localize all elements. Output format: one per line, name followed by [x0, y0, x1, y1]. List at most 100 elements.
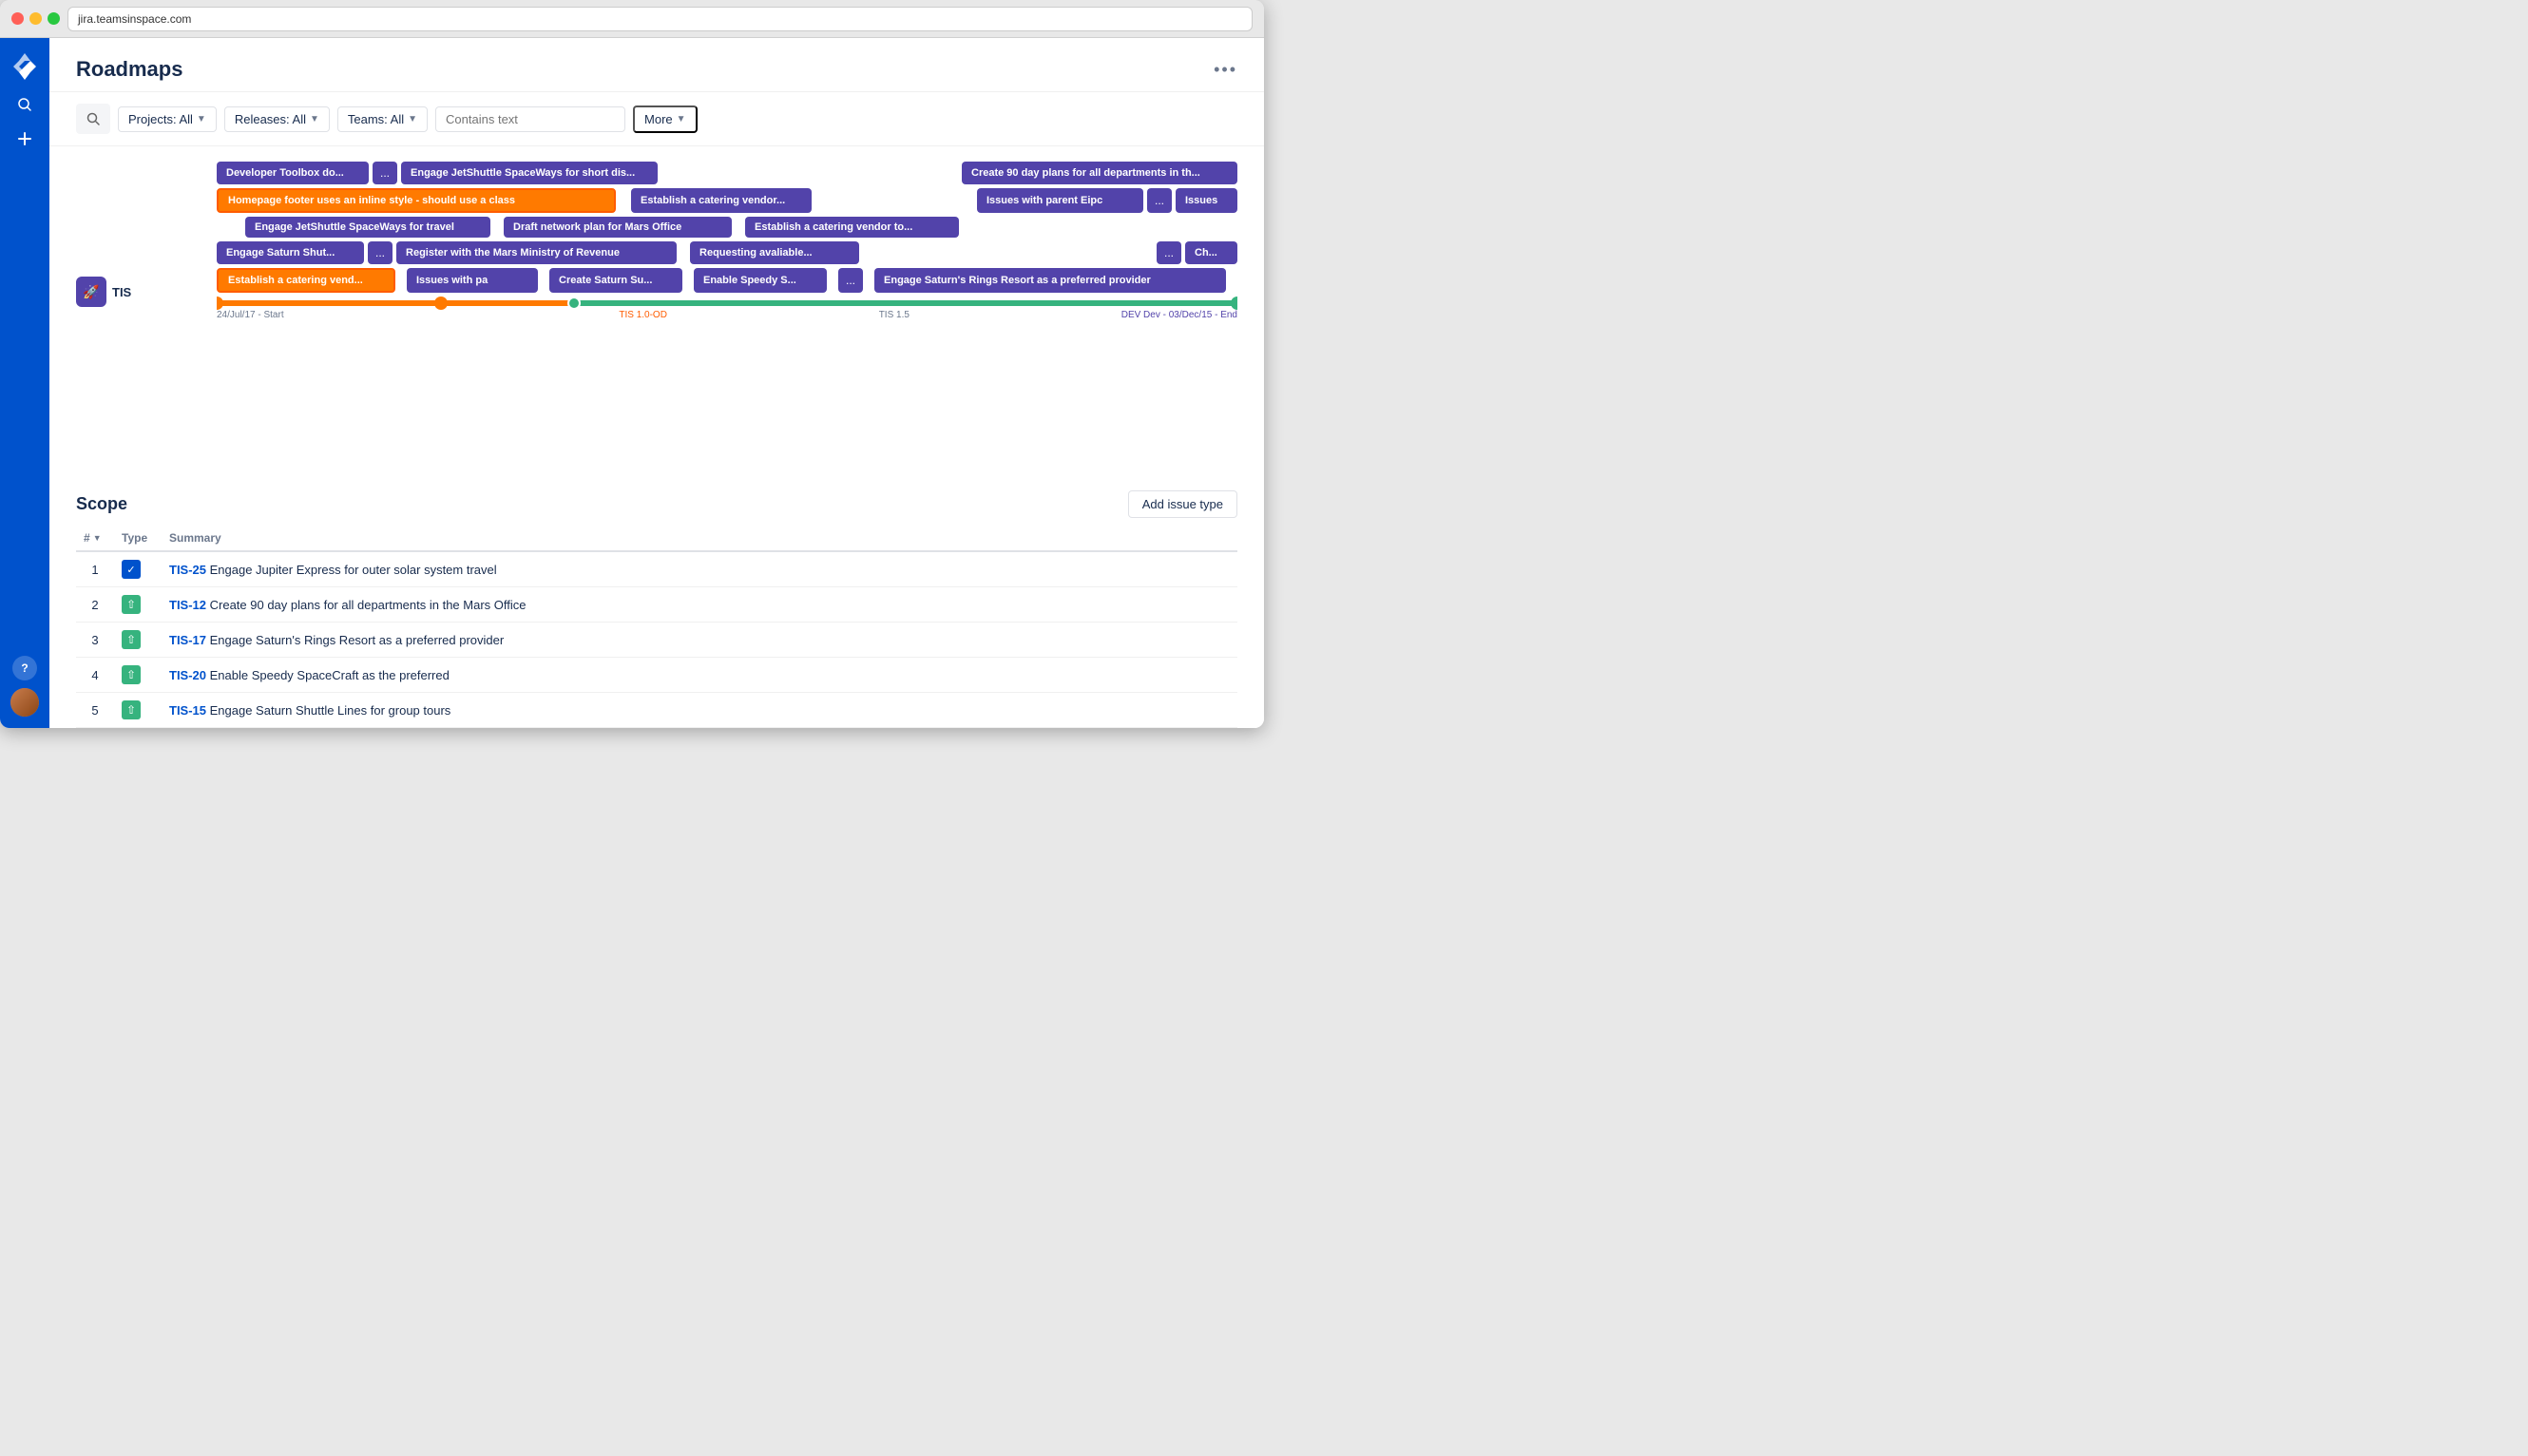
epic-bar[interactable]: Enable Speedy S...	[694, 268, 827, 293]
row-type: ⇧	[114, 587, 162, 623]
row-type: ✓	[114, 551, 162, 587]
epic-row-3: Engage JetShuttle SpaceWays for travel D…	[245, 217, 1237, 238]
epic-dots[interactable]: ...	[1147, 188, 1172, 213]
timeline-15-label: TIS 1.5	[879, 310, 910, 320]
issue-summary: Engage Saturn Shuttle Lines for group to…	[210, 703, 451, 718]
scope-header: Scope Add issue type	[76, 479, 1237, 526]
create-icon[interactable]	[11, 125, 38, 152]
epic-bar[interactable]: Engage JetShuttle SpaceWays for short di…	[401, 162, 658, 184]
epic-dots[interactable]: ...	[373, 162, 397, 184]
projects-chevron-icon: ▼	[197, 114, 206, 125]
timeline-od-marker	[434, 297, 448, 310]
projects-filter[interactable]: Projects: All ▼	[118, 106, 217, 132]
row-summary: TIS-20 Enable Speedy SpaceCraft as the p…	[162, 658, 1237, 693]
issue-key[interactable]: TIS-12	[169, 598, 210, 612]
minimize-button[interactable]	[29, 12, 42, 25]
epic-bar[interactable]: Engage Saturn's Rings Resort as a prefer…	[874, 268, 1226, 293]
sidebar: ?	[0, 38, 49, 728]
row-summary: TIS-12 Create 90 day plans for all depar…	[162, 587, 1237, 623]
roadmap-container: 🚀 TIS Developer Toolbox do... ... Engage…	[49, 146, 1264, 479]
issue-summary: Engage Jupiter Express for outer solar s…	[210, 563, 497, 577]
tis-project-label: TIS	[112, 285, 131, 299]
filter-bar: Projects: All ▼ Releases: All ▼ Teams: A…	[49, 92, 1264, 146]
table-row: 5 ⇧ TIS-15 Engage Saturn Shuttle Lines for…	[76, 693, 1237, 728]
row-type: ⇧	[114, 623, 162, 658]
epic-icon: ⇧	[122, 700, 141, 719]
more-filter-button[interactable]: More ▼	[633, 105, 698, 133]
text-filter-input[interactable]	[435, 106, 625, 132]
close-button[interactable]	[11, 12, 24, 25]
url-bar[interactable]: jira.teamsinspace.com	[67, 7, 1253, 31]
table-row: 1 ✓ TIS-25 Engage Jupiter Express for oute…	[76, 551, 1237, 587]
row-number: 3	[76, 623, 114, 658]
epic-bar[interactable]: Create 90 day plans for all departments …	[962, 162, 1237, 184]
epic-bar[interactable]: Establish a catering vend...	[217, 268, 395, 293]
add-issue-type-button[interactable]: Add issue type	[1128, 490, 1237, 518]
timeline-end-marker	[1231, 297, 1237, 310]
epic-bar[interactable]: Developer Toolbox do...	[217, 162, 369, 184]
table-row: 3 ⇧ TIS-17 Engage Saturn's Rings Resort as…	[76, 623, 1237, 658]
epic-bar[interactable]: Establish a catering vendor...	[631, 188, 812, 213]
releases-filter[interactable]: Releases: All ▼	[224, 106, 330, 132]
row-summary: TIS-17 Engage Saturn's Rings Resort as a…	[162, 623, 1237, 658]
epic-bar[interactable]: Engage Saturn Shut...	[217, 241, 364, 264]
row-number: 1	[76, 551, 114, 587]
epic-bar[interactable]: Homepage footer uses an inline style - s…	[217, 188, 616, 213]
scope-section: Scope Add issue type # ▼	[49, 479, 1264, 728]
timeline-od-label: TIS 1.0-OD	[619, 310, 667, 320]
issue-key[interactable]: TIS-25	[169, 563, 210, 577]
more-options-button[interactable]: •••	[1214, 60, 1237, 80]
browser-window: jira.teamsinspace.com	[0, 0, 1264, 728]
issue-key[interactable]: TIS-20	[169, 668, 210, 682]
col-header-num[interactable]: # ▼	[76, 526, 114, 551]
table-row: 2 ⇧ TIS-12 Create 90 day plans for all dep…	[76, 587, 1237, 623]
main-content: Roadmaps ••• Projects: All ▼ Releases: A…	[49, 38, 1264, 728]
teams-filter[interactable]: Teams: All ▼	[337, 106, 428, 132]
avatar-image	[10, 688, 39, 717]
timeline-15-marker	[567, 297, 581, 310]
epic-dots[interactable]: ...	[838, 268, 863, 293]
epic-row-4: Engage Saturn Shut... ... Register with …	[217, 241, 1237, 264]
issue-key[interactable]: TIS-17	[169, 633, 210, 647]
epic-bar[interactable]: Issues with parent Eipc	[977, 188, 1143, 213]
epic-icon: ⇧	[122, 630, 141, 649]
epic-bar[interactable]: Establish a catering vendor to...	[745, 217, 959, 238]
tis-project-icon: 🚀	[76, 277, 106, 307]
issue-key[interactable]: TIS-15	[169, 703, 210, 718]
epic-bar[interactable]: Register with the Mars Ministry of Reven…	[396, 241, 677, 264]
maximize-button[interactable]	[48, 12, 60, 25]
epic-bar[interactable]: Issues	[1176, 188, 1237, 213]
issue-summary: Create 90 day plans for all departments …	[210, 598, 527, 612]
row-number: 5	[76, 693, 114, 728]
sidebar-bottom: ?	[10, 656, 39, 717]
issue-summary: Engage Saturn's Rings Resort as a prefer…	[210, 633, 505, 647]
releases-chevron-icon: ▼	[310, 114, 319, 125]
teams-chevron-icon: ▼	[408, 114, 417, 125]
epic-dots[interactable]: ...	[368, 241, 393, 264]
story-icon: ✓	[122, 560, 141, 579]
epic-icon: ⇧	[122, 665, 141, 684]
col-header-summary: Summary	[162, 526, 1237, 551]
epic-dots[interactable]: ...	[1157, 241, 1181, 264]
search-icon[interactable]	[11, 91, 38, 118]
epic-bar[interactable]: Requesting avaliable...	[690, 241, 859, 264]
search-box[interactable]	[76, 104, 110, 134]
more-chevron-icon: ▼	[677, 114, 686, 125]
timeline-start-label: 24/Jul/17 - Start	[217, 310, 284, 320]
row-summary: TIS-15 Engage Saturn Shuttle Lines for g…	[162, 693, 1237, 728]
epic-bar[interactable]: Issues with pa	[407, 268, 538, 293]
jira-logo[interactable]	[8, 49, 42, 84]
app-layout: ? Roadmaps •••	[0, 38, 1264, 728]
help-icon[interactable]: ?	[12, 656, 37, 680]
row-type: ⇧	[114, 658, 162, 693]
epic-row-1: Developer Toolbox do... ... Engage JetSh…	[217, 162, 1237, 184]
avatar[interactable]	[10, 688, 39, 717]
row-number: 2	[76, 587, 114, 623]
row-type: ⇧	[114, 693, 162, 728]
epic-bar[interactable]: Engage JetShuttle SpaceWays for travel	[245, 217, 490, 238]
epic-bar[interactable]: Ch...	[1185, 241, 1237, 264]
epic-bar[interactable]: Create Saturn Su...	[549, 268, 682, 293]
epic-bar[interactable]: Draft network plan for Mars Office	[504, 217, 732, 238]
traffic-lights	[11, 12, 60, 25]
epic-icon: ⇧	[122, 595, 141, 614]
